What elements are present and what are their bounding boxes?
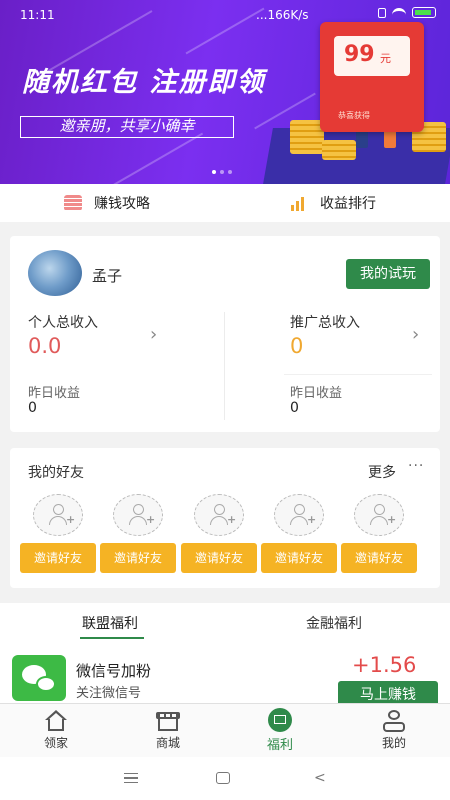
bluetooth-icon <box>378 7 386 18</box>
personal-income-label: 个人总收入 <box>28 315 98 331</box>
yesterday-promo-label: 昨日收益 <box>290 386 343 401</box>
friend-slot-empty[interactable]: + <box>113 494 163 536</box>
earning-guide-link[interactable]: 赚钱攻略 <box>64 184 150 222</box>
profile-icon <box>382 710 406 732</box>
welfare-icon <box>268 708 292 732</box>
promo-income-label: 推广总收入 <box>290 315 360 331</box>
red-envelope-illustration: 99 元 恭喜获得 <box>320 22 424 132</box>
network-speed: ...166K/s <box>256 8 309 22</box>
banner-title: 随机红包 注册即领 <box>22 67 266 98</box>
quick-links-bar: 赚钱攻略 收益排行 <box>0 184 450 222</box>
yesterday-income-label: 昨日收益 <box>28 386 81 401</box>
nav-label-profile: 我的 <box>381 736 406 750</box>
chevron-right-icon[interactable]: › <box>150 324 157 345</box>
back-icon[interactable]: < <box>314 770 326 786</box>
wifi-icon <box>392 7 406 18</box>
yesterday-income-value: 0 <box>28 400 37 416</box>
username: 孟子 <box>92 267 123 285</box>
bottom-nav: 领家 商城 福利 我的 <box>0 703 450 757</box>
invite-friend-button[interactable]: 邀请好友 <box>341 543 417 573</box>
ranking-chart-icon <box>290 195 308 211</box>
my-trial-button[interactable]: 我的试玩 <box>346 259 430 289</box>
invite-friend-button[interactable]: 邀请好友 <box>100 543 176 573</box>
chevron-right-icon[interactable]: › <box>412 324 419 345</box>
status-time: 11:11 <box>20 8 55 22</box>
home-square-icon[interactable] <box>216 772 230 784</box>
status-bar: 11:11 ...166K/s <box>0 0 450 30</box>
menu-icon[interactable] <box>124 773 138 783</box>
system-nav-bar: < <box>0 757 450 800</box>
promo-banner[interactable]: 11:11 ...166K/s 随机红包 注册即领 邀亲朋，共享小确幸 99 元… <box>0 0 450 184</box>
banner-subtitle: 邀亲朋，共享小确幸 <box>20 116 234 138</box>
invite-friend-button[interactable]: 邀请好友 <box>181 543 257 573</box>
battery-icon <box>412 7 436 18</box>
nav-item-welfare[interactable]: 福利 <box>240 704 320 758</box>
task-title: 微信号加粉 <box>76 662 152 680</box>
carousel-indicator <box>212 170 232 174</box>
welfare-section: 联盟福利 金融福利 微信号加粉 关注微信号 +1.56 马上赚钱 <box>0 603 450 709</box>
income-ranking-label: 收益排行 <box>320 196 376 212</box>
avatar[interactable] <box>28 250 82 296</box>
nav-label-shop: 商城 <box>155 736 180 750</box>
coin-stack-illustration <box>290 120 324 154</box>
envelope-amount: 99 <box>344 42 375 67</box>
friend-slot-empty[interactable]: + <box>194 494 244 536</box>
nav-label-welfare: 福利 <box>266 738 293 753</box>
earning-guide-label: 赚钱攻略 <box>94 196 150 212</box>
yesterday-promo-value: 0 <box>290 400 299 416</box>
income-card: 孟子 我的试玩 个人总收入 0.0 › 推广总收入 0 › 昨日收益 0 昨日收… <box>10 236 440 432</box>
envelope-caption: 恭喜获得 <box>338 111 370 120</box>
friend-slot-empty[interactable]: + <box>33 494 83 536</box>
invite-friend-button[interactable]: 邀请好友 <box>20 543 96 573</box>
tab-alliance-welfare[interactable]: 联盟福利 <box>82 613 138 633</box>
friends-title: 我的好友 <box>28 465 84 481</box>
invite-friend-button[interactable]: 邀请好友 <box>261 543 337 573</box>
wechat-icon <box>12 655 66 701</box>
active-tab-indicator <box>80 637 144 639</box>
task-description: 关注微信号 <box>76 686 142 701</box>
more-friends-link[interactable]: 更多 <box>368 462 396 482</box>
home-icon <box>44 710 68 732</box>
task-reward: +1.56 <box>352 653 417 677</box>
personal-income-value: 0.0 <box>28 334 62 358</box>
nav-label-home: 领家 <box>43 736 68 750</box>
envelope-unit: 元 <box>380 52 391 65</box>
friend-slot-empty[interactable]: + <box>274 494 324 536</box>
nav-item-home[interactable]: 领家 <box>16 704 96 758</box>
friend-slot-empty[interactable]: + <box>354 494 404 536</box>
nav-item-shop[interactable]: 商城 <box>128 704 208 758</box>
income-ranking-link[interactable]: 收益排行 <box>290 184 376 222</box>
friends-card: 我的好友 更多 ··· + + + + + 邀请好友 邀请好友 邀请好友 邀请好… <box>10 448 440 588</box>
shop-icon <box>156 710 180 732</box>
coin-stack-illustration <box>322 140 356 160</box>
coin-stack-icon <box>64 195 82 211</box>
promo-income-value: 0 <box>290 334 304 358</box>
tab-finance-welfare[interactable]: 金融福利 <box>306 613 362 633</box>
more-dots-icon[interactable]: ··· <box>408 458 424 474</box>
nav-item-profile[interactable]: 我的 <box>354 704 434 758</box>
